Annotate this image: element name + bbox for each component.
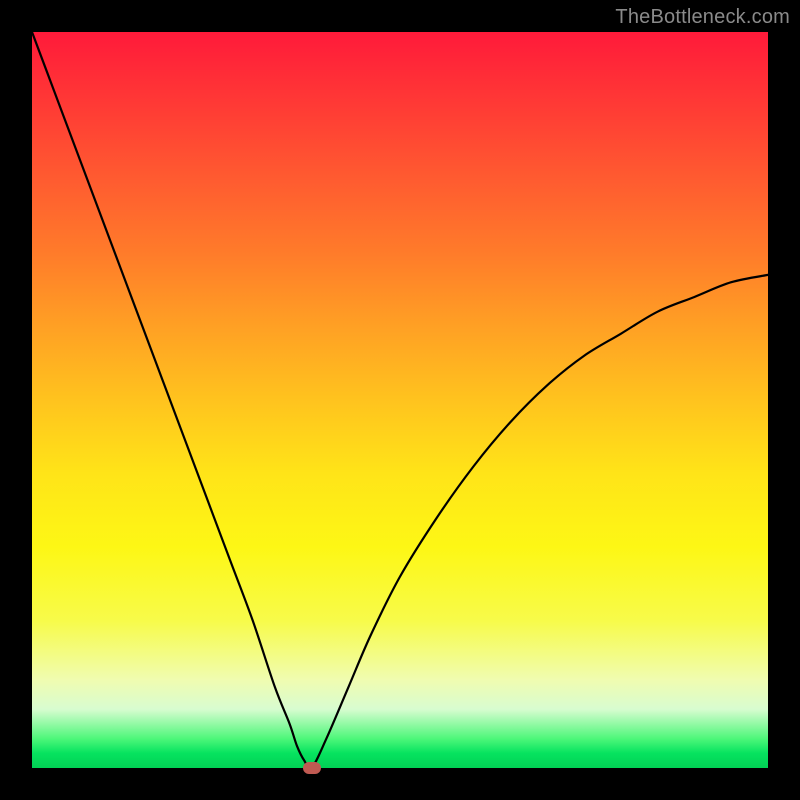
minimum-marker xyxy=(303,762,321,774)
chart-frame: TheBottleneck.com xyxy=(0,0,800,800)
bottleneck-curve xyxy=(32,32,768,768)
watermark-label: TheBottleneck.com xyxy=(615,6,790,29)
plot-area xyxy=(32,32,768,768)
